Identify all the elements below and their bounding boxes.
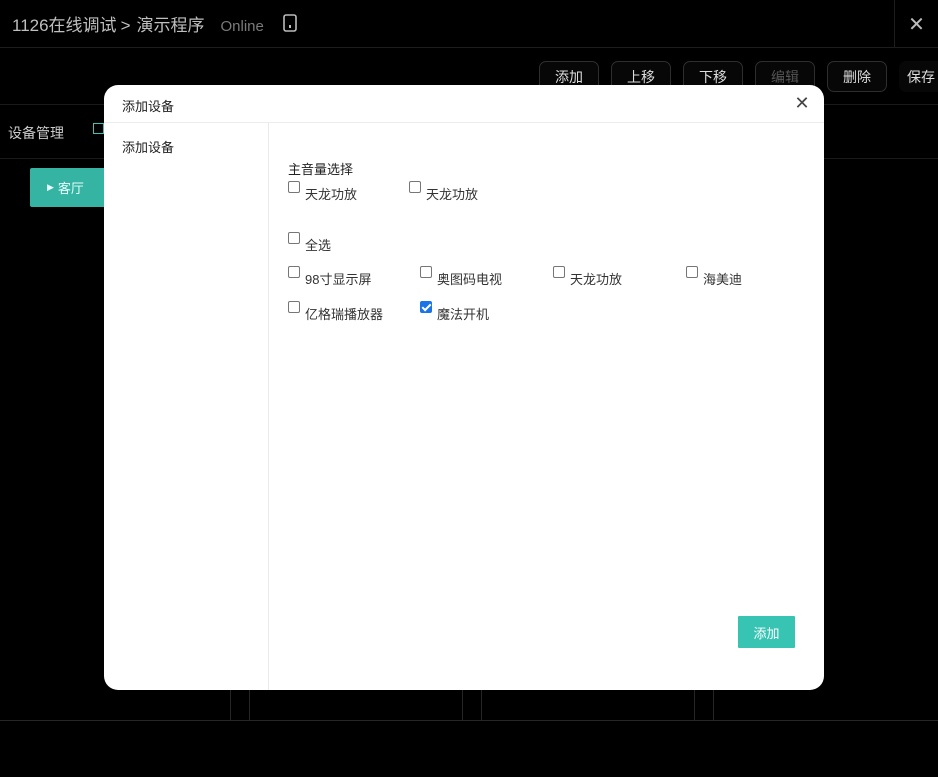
checkbox-label: 98寸显示屏 [305,272,372,287]
device-option[interactable]: 亿格瑞播放器 [288,301,384,323]
sidebar-item-add-device[interactable]: 添加设备 [122,137,174,156]
master-volume-option[interactable]: 天龙功放 [409,181,479,203]
checkbox-label: 全选 [305,238,332,253]
checkbox-label: 亿格瑞播放器 [305,307,384,322]
checkbox[interactable] [288,266,300,278]
device-option[interactable]: 98寸显示屏 [288,266,372,288]
dialog-close-icon[interactable]: ✕ [794,94,810,112]
master-volume-option[interactable]: 天龙功放 [288,181,358,203]
checkbox[interactable] [420,301,432,313]
checkbox[interactable] [288,301,300,313]
checkbox-label: 天龙功放 [305,187,358,202]
checkbox-label: 魔法开机 [437,307,490,322]
dialog-sidebar: 添加设备 [104,123,269,690]
checkbox[interactable] [409,181,421,193]
checkbox[interactable] [553,266,565,278]
dialog-body: 主音量选择 天龙功放 天龙功放 全选 98寸显示屏 奥图码电视 天龙功放 海美迪… [270,123,824,690]
add-device-dialog: 添加设备 ✕ 添加设备 主音量选择 天龙功放 天龙功放 全选 98寸显示屏 奥图… [104,85,824,690]
dialog-title: 添加设备 [122,99,175,114]
device-option[interactable]: 海美迪 [686,266,743,288]
checkbox[interactable] [686,266,698,278]
checkbox-label: 海美迪 [703,272,743,287]
checkbox-label: 天龙功放 [426,187,479,202]
dialog-header: 添加设备 ✕ [104,85,824,123]
checkbox[interactable] [288,232,300,244]
checkbox-label: 奥图码电视 [437,272,503,287]
checkbox-label: 天龙功放 [570,272,623,287]
checkbox[interactable] [288,181,300,193]
device-option[interactable]: 天龙功放 [553,266,623,288]
master-volume-label: 主音量选择 [288,162,354,177]
device-option[interactable]: 魔法开机 [420,301,490,323]
device-option[interactable]: 奥图码电视 [420,266,503,288]
select-all-checkbox[interactable]: 全选 [288,232,332,254]
modal-overlay: 添加设备 ✕ 添加设备 主音量选择 天龙功放 天龙功放 全选 98寸显示屏 奥图… [0,0,938,777]
checkbox[interactable] [420,266,432,278]
submit-add-button[interactable]: 添加 [738,616,795,648]
